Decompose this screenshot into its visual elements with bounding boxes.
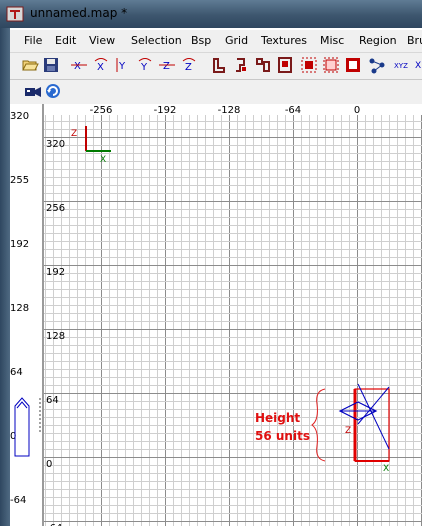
menu-misc[interactable]: Misc	[320, 34, 344, 47]
axis-x-label: X	[100, 155, 106, 165]
texture-lock-icon[interactable]: X	[414, 56, 422, 74]
open-icon[interactable]	[21, 56, 39, 74]
side-ruler-panel: 320 255 192 128 64 0 -64	[10, 104, 43, 526]
menu-selection[interactable]: Selection	[131, 34, 182, 47]
rotate-y-icon[interactable]: Y	[136, 56, 154, 74]
refresh-icon[interactable]	[44, 82, 62, 100]
x-tick-label: -192	[154, 105, 177, 116]
flip-x-icon[interactable]: X	[70, 56, 88, 74]
app-icon	[6, 6, 24, 22]
select-inside-icon[interactable]	[300, 56, 318, 74]
y-tick-label: 192	[46, 267, 65, 278]
camera-view-icon[interactable]	[24, 82, 42, 100]
rotate-x-icon[interactable]: X	[92, 56, 110, 74]
window-title: unnamed.map *	[30, 6, 128, 20]
side-tick-label: 255	[10, 175, 29, 186]
flip-x-glyph: X	[74, 61, 81, 72]
y-tick-label: 0	[46, 459, 52, 470]
menu-edit[interactable]: Edit	[55, 34, 76, 47]
brush-z-label: Z	[345, 426, 351, 436]
side-ruler-svg: 320255192128640-64	[10, 111, 41, 506]
window-frame	[0, 28, 10, 526]
height-label: Height	[255, 411, 300, 425]
rotate-y-glyph: Y	[140, 62, 148, 73]
secondary-toolbar	[10, 80, 422, 105]
x-tick-label: -128	[218, 105, 241, 116]
rotate-z-glyph: Z	[185, 62, 192, 73]
2d-grid-viewport[interactable]: -256-192-128-6406320256192128640-64 Z X …	[43, 104, 422, 530]
csg-subtract-icon[interactable]	[210, 56, 228, 74]
main-toolbar: X X Y Y Z Z XYZ X	[10, 53, 422, 80]
csg-hollow-icon[interactable]	[254, 56, 272, 74]
menu-file[interactable]: File	[24, 34, 42, 47]
menu-grid[interactable]: Grid	[225, 34, 248, 47]
rotate-x-glyph: X	[97, 62, 104, 73]
y-tick-label: 256	[46, 203, 65, 214]
side-tick-label: 64	[10, 367, 23, 378]
side-tick-label: 192	[10, 239, 29, 250]
camera-marker-icon	[14, 397, 41, 457]
y-tick-label: 64	[46, 395, 59, 406]
side-tick-label: 320	[10, 111, 29, 122]
grid-canvas[interactable]: -256-192-128-6406320256192128640-64 Z X …	[44, 104, 422, 530]
view-change-icon[interactable]: XYZ	[394, 56, 412, 74]
view-change-glyph: XYZ	[394, 62, 408, 70]
menu-bar: File Edit View Selection Bsp Grid Textur…	[10, 30, 422, 53]
csg-carve-icon[interactable]	[276, 56, 294, 74]
x-tick-label: -64	[285, 105, 301, 116]
menu-brush[interactable]: Bru	[407, 34, 422, 47]
height-value: 56 units	[255, 429, 310, 443]
menu-view[interactable]: View	[89, 34, 115, 47]
side-tick-label: 128	[10, 303, 29, 314]
csg-merge-icon[interactable]	[232, 56, 250, 74]
flip-y-glyph: Y	[118, 61, 126, 72]
title-bar: unnamed.map *	[0, 0, 422, 28]
rotate-z-icon[interactable]: Z	[180, 56, 198, 74]
y-tick-label: 128	[46, 331, 65, 342]
y-tick-label: 320	[46, 139, 65, 150]
select-touching-icon[interactable]	[322, 56, 340, 74]
flip-z-glyph: Z	[163, 61, 170, 72]
axis-z-label: Z	[71, 129, 77, 139]
side-tick-label: -64	[10, 495, 26, 506]
menu-textures[interactable]: Textures	[261, 34, 307, 47]
select-partial-icon[interactable]	[344, 56, 362, 74]
svg-text:X: X	[415, 61, 421, 71]
menu-bsp[interactable]: Bsp	[191, 34, 211, 47]
entity-link-icon[interactable]	[368, 56, 386, 74]
flip-y-icon[interactable]: Y	[114, 56, 132, 74]
x-tick-label: 0	[354, 105, 360, 116]
brush-x-label: X	[383, 464, 389, 474]
save-icon[interactable]	[42, 56, 60, 74]
x-tick-label: -256	[90, 105, 113, 116]
menu-region[interactable]: Region	[359, 34, 397, 47]
flip-z-icon[interactable]: Z	[158, 56, 176, 74]
